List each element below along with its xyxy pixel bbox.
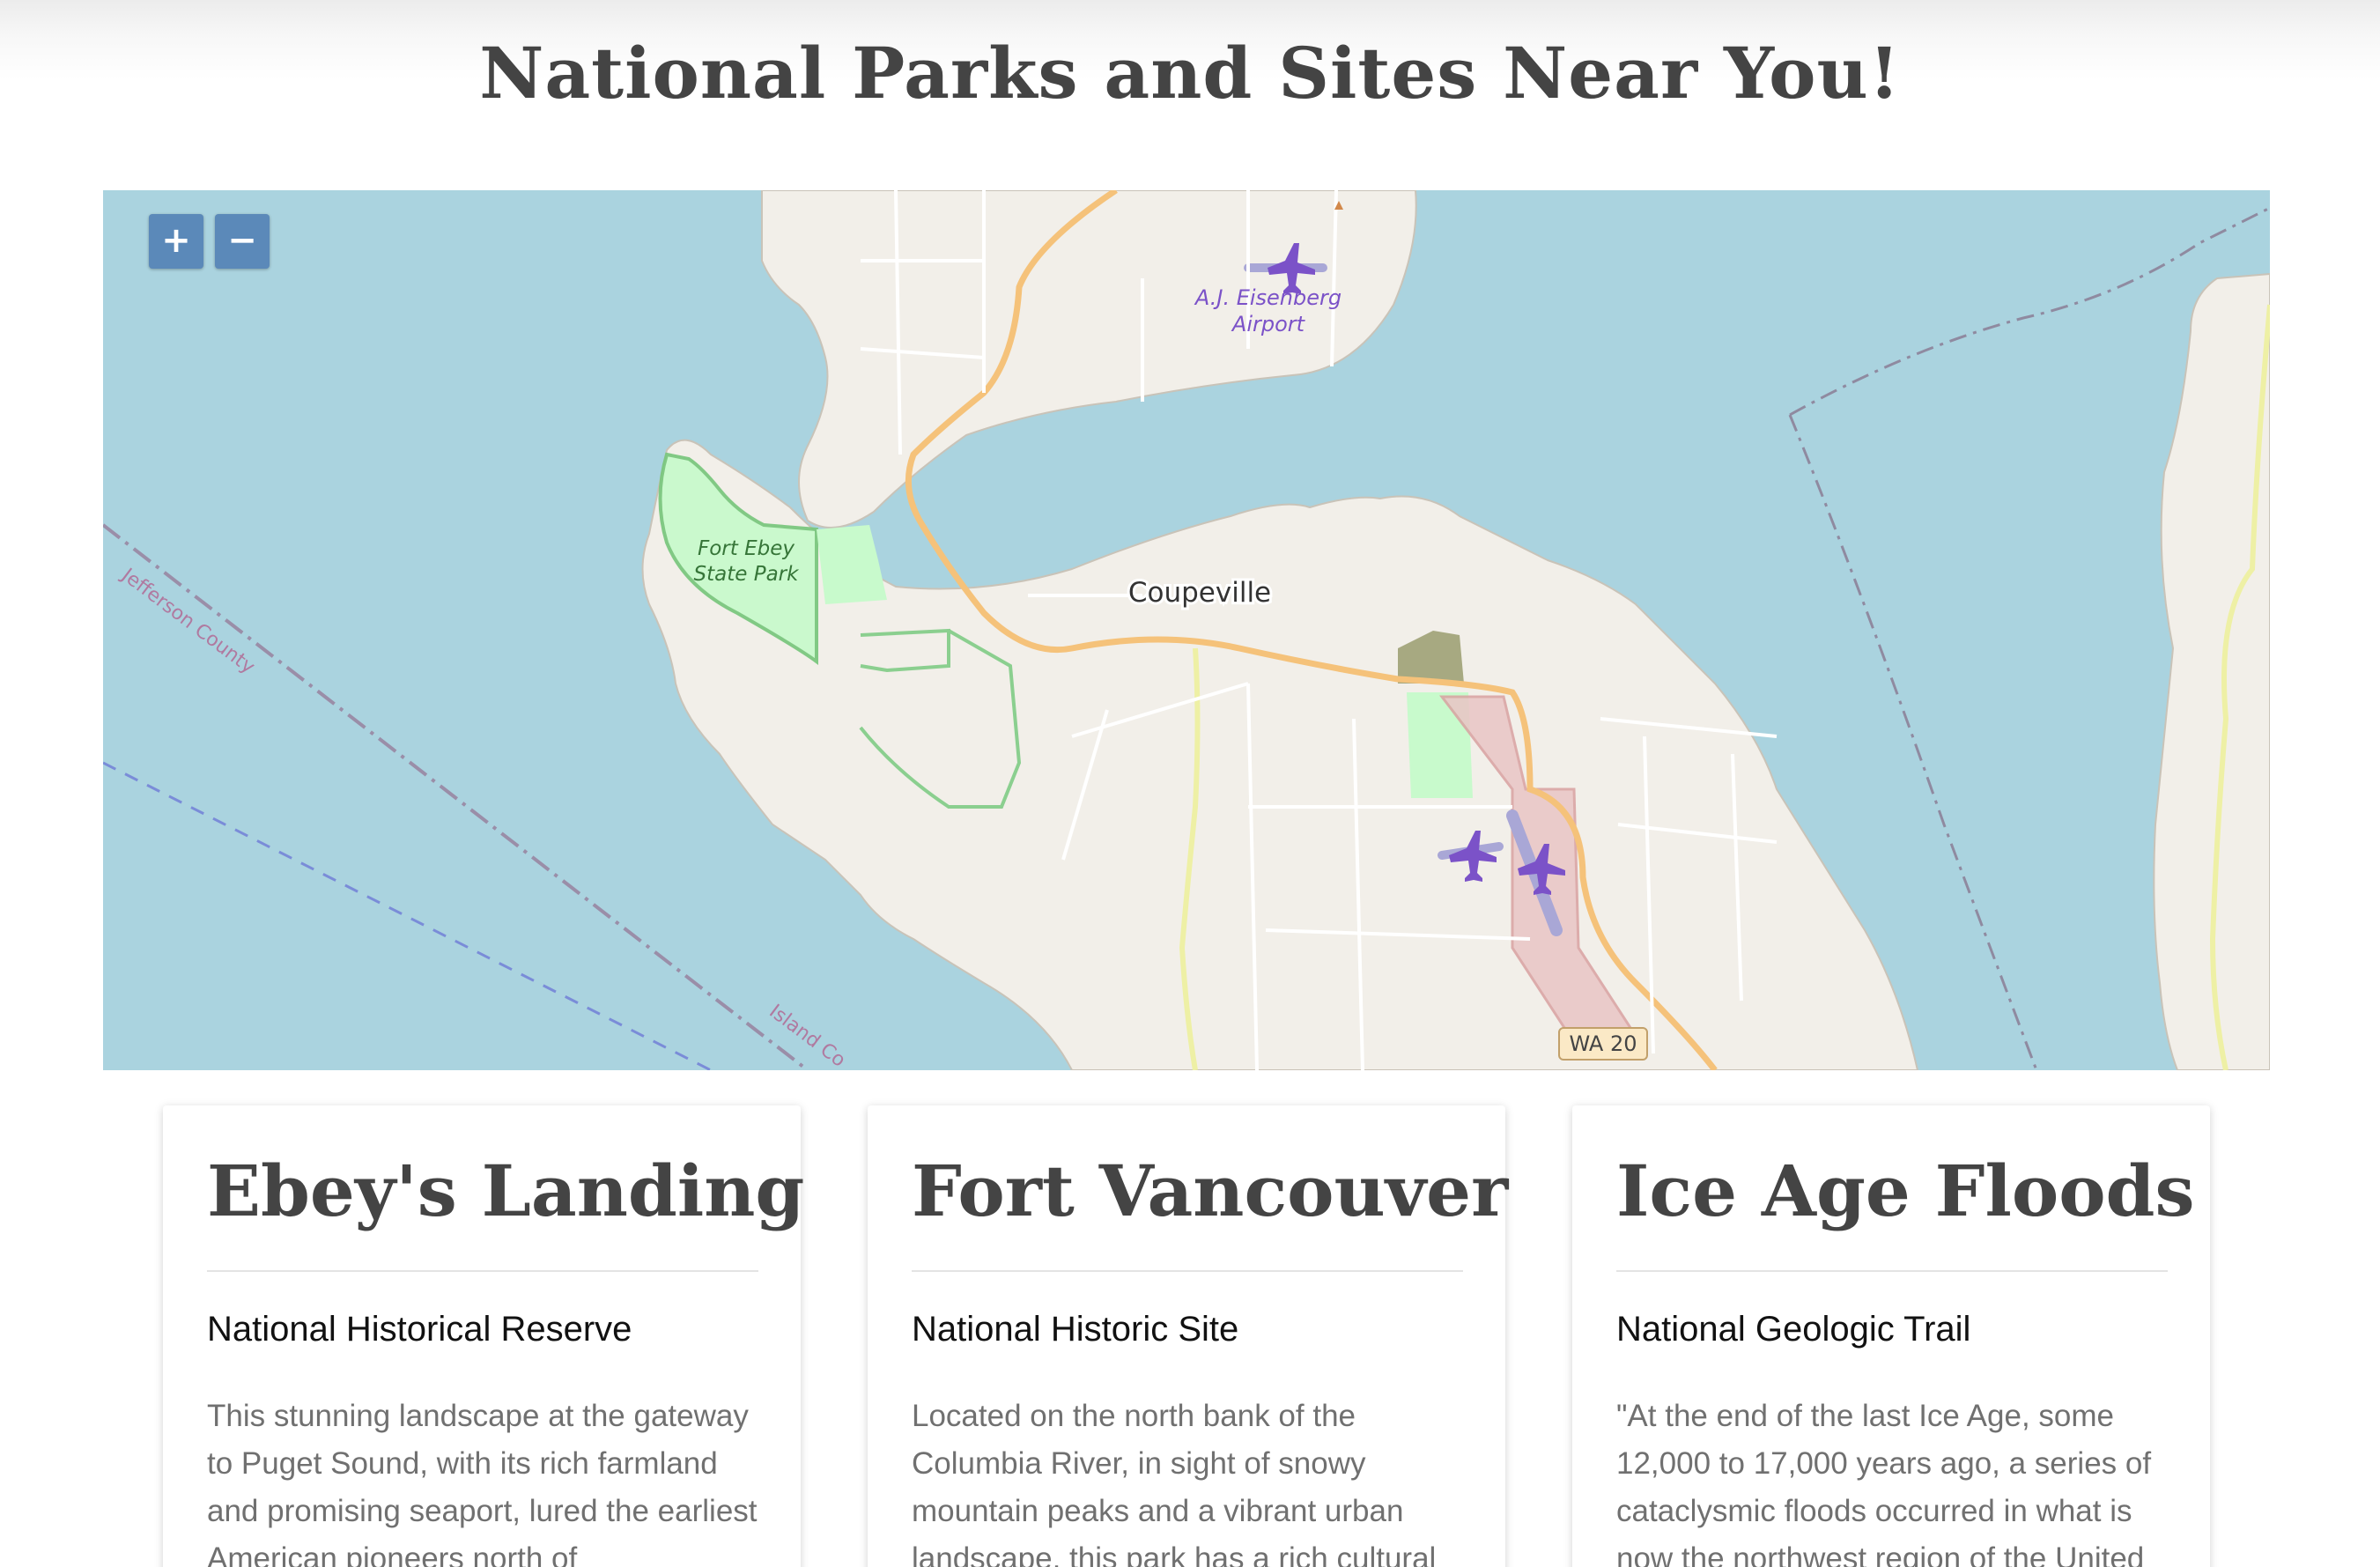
- map-canvas[interactable]: A.J. Eisenberg Airport Fort Ebey State P…: [103, 190, 2270, 1070]
- card-title: Fort Vancouver: [912, 1149, 1509, 1232]
- zoom-out-button[interactable]: −: [215, 214, 270, 269]
- map-highway-shield: WA 20: [1558, 1027, 1648, 1061]
- page-title: National Parks and Sites Near You!: [479, 32, 1901, 115]
- map-label-airport-2: Airport: [1231, 312, 1306, 336]
- card-divider: [207, 1270, 758, 1272]
- zoom-in-button[interactable]: +: [149, 214, 203, 269]
- map-label-airport: A.J. Eisenberg: [1194, 285, 1342, 310]
- card-title: Ice Age Floods: [1616, 1149, 2195, 1232]
- map[interactable]: A.J. Eisenberg Airport Fort Ebey State P…: [103, 190, 2270, 1070]
- card-description: Located on the north bank of the Columbi…: [912, 1399, 1437, 1567]
- park-card-ice-age-floods[interactable]: Ice Age Floods National Geologic Trail "…: [1572, 1105, 2210, 1567]
- map-label-park-2: State Park: [694, 563, 801, 586]
- card-title: Ebey's Landing: [207, 1149, 805, 1232]
- card-divider: [1616, 1270, 2168, 1272]
- svg-text:WA 20: WA 20: [1569, 1031, 1637, 1056]
- park-card-fort-vancouver[interactable]: Fort Vancouver National Historic Site Lo…: [868, 1105, 1509, 1567]
- card-subtitle: National Historic Site: [912, 1310, 1239, 1349]
- card-divider: [912, 1270, 1463, 1272]
- card-description: This stunning landscape at the gateway t…: [207, 1399, 758, 1567]
- map-label-park: Fort Ebey: [698, 537, 795, 560]
- card-subtitle: National Historical Reserve: [207, 1310, 632, 1349]
- card-description: "At the end of the last Ice Age, some 12…: [1616, 1399, 2152, 1567]
- map-label-town: Coupeville: [1128, 577, 1271, 609]
- card-subtitle: National Geologic Trail: [1616, 1310, 1971, 1349]
- park-card-ebeys-landing[interactable]: Ebey's Landing National Historical Reser…: [163, 1105, 805, 1567]
